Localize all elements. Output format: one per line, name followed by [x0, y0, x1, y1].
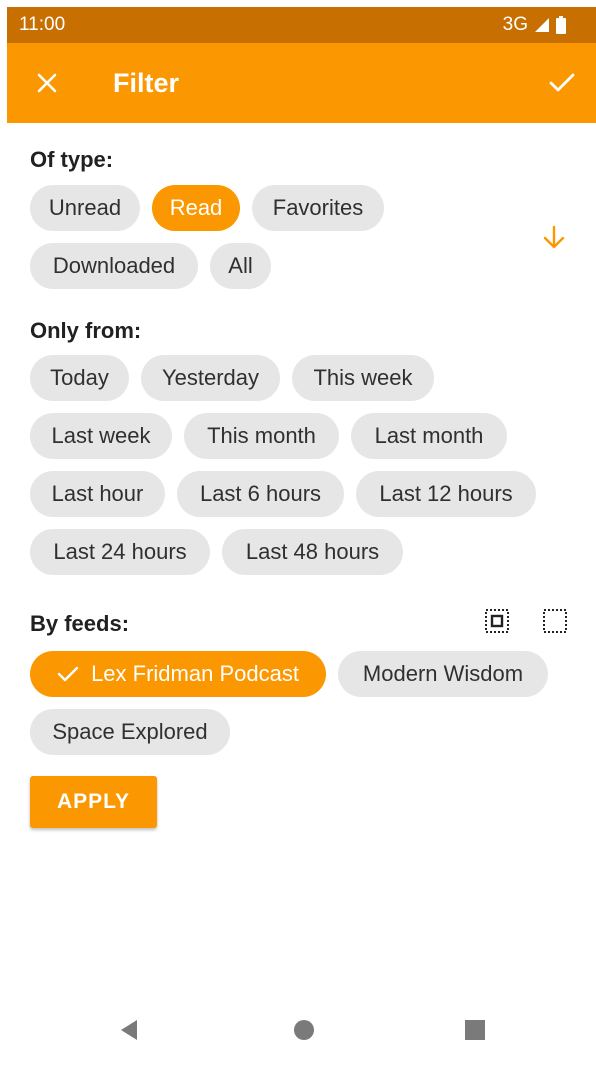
feeds-section-label: By feeds: — [30, 611, 130, 636]
type-section-label: Of type: — [30, 147, 114, 172]
select-all-icon — [485, 609, 509, 633]
chip-last-month[interactable]: Last month — [351, 413, 507, 459]
arrow-down-icon — [543, 225, 565, 249]
date-section-label: Only from: — [30, 318, 142, 343]
confirm-button[interactable] — [538, 59, 586, 107]
chip-this-month[interactable]: This month — [184, 413, 339, 459]
signal-icon — [535, 18, 549, 32]
deselect-all-button[interactable] — [539, 605, 571, 637]
page-title: Filter — [113, 67, 180, 98]
chip-downloaded[interactable]: Downloaded — [30, 243, 198, 289]
back-icon — [121, 1020, 137, 1040]
select-all-button[interactable] — [481, 605, 513, 637]
back-button[interactable] — [112, 1012, 148, 1048]
navigation-bar — [0, 996, 596, 1066]
home-button[interactable] — [286, 1012, 322, 1048]
chip-last-48-hours[interactable]: Last 48 hours — [222, 529, 403, 575]
check-icon — [549, 73, 575, 92]
deselect-all-icon — [543, 609, 567, 633]
chip-last-24-hours[interactable]: Last 24 hours — [30, 529, 210, 575]
close-button[interactable] — [23, 59, 71, 107]
recents-button[interactable] — [457, 1012, 493, 1048]
close-icon — [37, 73, 57, 93]
chip-unread[interactable]: Unread — [30, 185, 140, 231]
chip-yesterday[interactable]: Yesterday — [141, 355, 280, 401]
app-bar: Filter — [7, 43, 596, 123]
chip-favorites[interactable]: Favorites — [252, 185, 384, 231]
recents-icon — [465, 1020, 485, 1040]
chip-feed-modern-wisdom[interactable]: Modern Wisdom — [338, 651, 548, 697]
chip-today[interactable]: Today — [30, 355, 129, 401]
chip-last-hour[interactable]: Last hour — [30, 471, 165, 517]
chip-all[interactable]: All — [210, 243, 271, 289]
status-bar: 11:00 3G — [7, 7, 596, 43]
chip-read[interactable]: Read — [152, 185, 240, 231]
check-icon — [57, 665, 79, 683]
chip-last-12-hours[interactable]: Last 12 hours — [356, 471, 536, 517]
apply-button[interactable]: APPLY — [30, 776, 157, 828]
chip-feed-space-explored[interactable]: Space Explored — [30, 709, 230, 755]
chip-last-6-hours[interactable]: Last 6 hours — [177, 471, 344, 517]
network-type: 3G — [502, 14, 528, 35]
status-icons: 3G — [503, 14, 566, 36]
chip-this-week[interactable]: This week — [292, 355, 434, 401]
chip-last-week[interactable]: Last week — [30, 413, 172, 459]
status-time: 11:00 — [19, 14, 66, 35]
battery-icon — [556, 16, 566, 34]
chip-label: Lex Fridman Podcast — [91, 661, 299, 686]
home-icon — [294, 1020, 314, 1040]
sort-order-button[interactable] — [532, 216, 576, 260]
chip-feed-lex-fridman[interactable]: Lex Fridman Podcast — [30, 651, 326, 697]
